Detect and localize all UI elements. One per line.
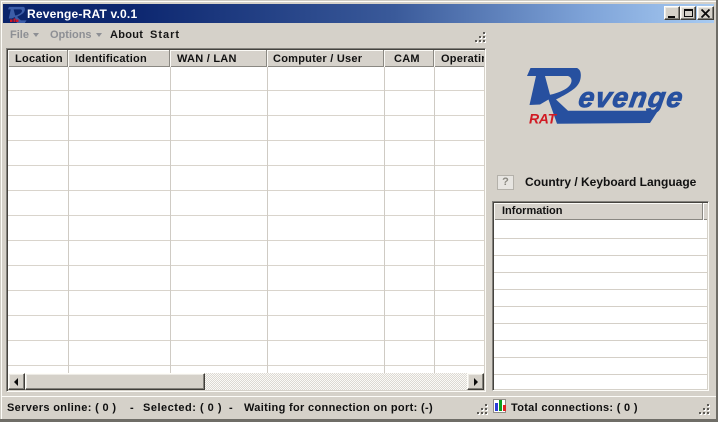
svg-text:RAT: RAT bbox=[529, 111, 558, 127]
svg-text:evenge: evenge bbox=[577, 81, 687, 113]
